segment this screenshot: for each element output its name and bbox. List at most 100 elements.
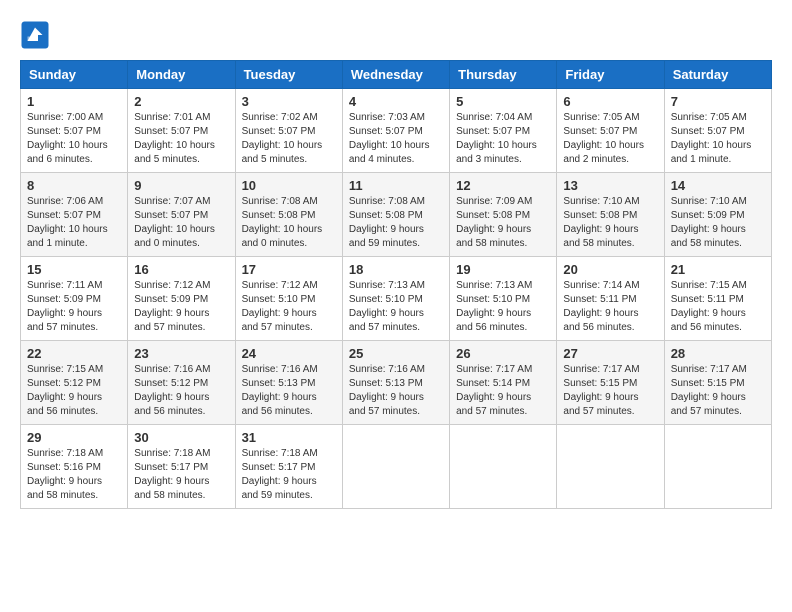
day-info: Sunrise: 7:09 AM Sunset: 5:08 PM Dayligh… [456, 195, 550, 251]
weekday-header-tuesday: Tuesday [235, 61, 342, 89]
calendar-week-2: 8 Sunrise: 7:06 AM Sunset: 5:07 PM Dayli… [21, 173, 772, 257]
calendar-cell: 26 Sunrise: 7:17 AM Sunset: 5:14 PM Dayl… [450, 341, 557, 425]
calendar-cell: 31 Sunrise: 7:18 AM Sunset: 5:17 PM Dayl… [235, 425, 342, 509]
calendar-cell [450, 425, 557, 509]
day-number: 25 [349, 346, 443, 361]
calendar-cell: 21 Sunrise: 7:15 AM Sunset: 5:11 PM Dayl… [664, 257, 771, 341]
day-number: 17 [242, 262, 336, 277]
day-number: 13 [563, 178, 657, 193]
day-info: Sunrise: 7:12 AM Sunset: 5:09 PM Dayligh… [134, 279, 228, 335]
calendar-cell: 4 Sunrise: 7:03 AM Sunset: 5:07 PM Dayli… [342, 89, 449, 173]
day-number: 1 [27, 94, 121, 109]
logo-icon [20, 20, 50, 50]
calendar-cell: 19 Sunrise: 7:13 AM Sunset: 5:10 PM Dayl… [450, 257, 557, 341]
day-info: Sunrise: 7:01 AM Sunset: 5:07 PM Dayligh… [134, 111, 228, 167]
day-info: Sunrise: 7:10 AM Sunset: 5:09 PM Dayligh… [671, 195, 765, 251]
day-number: 8 [27, 178, 121, 193]
day-number: 27 [563, 346, 657, 361]
day-info: Sunrise: 7:13 AM Sunset: 5:10 PM Dayligh… [349, 279, 443, 335]
day-number: 20 [563, 262, 657, 277]
day-info: Sunrise: 7:18 AM Sunset: 5:17 PM Dayligh… [242, 447, 336, 503]
weekday-header-thursday: Thursday [450, 61, 557, 89]
calendar-cell: 29 Sunrise: 7:18 AM Sunset: 5:16 PM Dayl… [21, 425, 128, 509]
day-info: Sunrise: 7:17 AM Sunset: 5:15 PM Dayligh… [671, 363, 765, 419]
day-info: Sunrise: 7:16 AM Sunset: 5:13 PM Dayligh… [242, 363, 336, 419]
day-info: Sunrise: 7:07 AM Sunset: 5:07 PM Dayligh… [134, 195, 228, 251]
calendar-cell: 15 Sunrise: 7:11 AM Sunset: 5:09 PM Dayl… [21, 257, 128, 341]
day-number: 9 [134, 178, 228, 193]
day-info: Sunrise: 7:05 AM Sunset: 5:07 PM Dayligh… [671, 111, 765, 167]
day-number: 16 [134, 262, 228, 277]
calendar-cell [664, 425, 771, 509]
day-number: 4 [349, 94, 443, 109]
day-number: 26 [456, 346, 550, 361]
calendar-cell: 25 Sunrise: 7:16 AM Sunset: 5:13 PM Dayl… [342, 341, 449, 425]
day-info: Sunrise: 7:05 AM Sunset: 5:07 PM Dayligh… [563, 111, 657, 167]
calendar-cell: 13 Sunrise: 7:10 AM Sunset: 5:08 PM Dayl… [557, 173, 664, 257]
day-number: 12 [456, 178, 550, 193]
calendar-cell: 23 Sunrise: 7:16 AM Sunset: 5:12 PM Dayl… [128, 341, 235, 425]
calendar-cell: 18 Sunrise: 7:13 AM Sunset: 5:10 PM Dayl… [342, 257, 449, 341]
day-info: Sunrise: 7:16 AM Sunset: 5:12 PM Dayligh… [134, 363, 228, 419]
page-header [20, 20, 772, 50]
day-number: 28 [671, 346, 765, 361]
weekday-header-monday: Monday [128, 61, 235, 89]
day-number: 24 [242, 346, 336, 361]
calendar-cell [557, 425, 664, 509]
day-number: 21 [671, 262, 765, 277]
day-info: Sunrise: 7:08 AM Sunset: 5:08 PM Dayligh… [242, 195, 336, 251]
calendar-week-3: 15 Sunrise: 7:11 AM Sunset: 5:09 PM Dayl… [21, 257, 772, 341]
day-number: 15 [27, 262, 121, 277]
day-info: Sunrise: 7:16 AM Sunset: 5:13 PM Dayligh… [349, 363, 443, 419]
day-number: 10 [242, 178, 336, 193]
day-number: 23 [134, 346, 228, 361]
calendar-cell: 12 Sunrise: 7:09 AM Sunset: 5:08 PM Dayl… [450, 173, 557, 257]
day-info: Sunrise: 7:15 AM Sunset: 5:11 PM Dayligh… [671, 279, 765, 335]
weekday-header-friday: Friday [557, 61, 664, 89]
day-info: Sunrise: 7:04 AM Sunset: 5:07 PM Dayligh… [456, 111, 550, 167]
day-number: 11 [349, 178, 443, 193]
logo [20, 20, 54, 50]
day-number: 14 [671, 178, 765, 193]
calendar-week-1: 1 Sunrise: 7:00 AM Sunset: 5:07 PM Dayli… [21, 89, 772, 173]
calendar-cell: 16 Sunrise: 7:12 AM Sunset: 5:09 PM Dayl… [128, 257, 235, 341]
day-number: 6 [563, 94, 657, 109]
calendar-week-4: 22 Sunrise: 7:15 AM Sunset: 5:12 PM Dayl… [21, 341, 772, 425]
calendar-body: 1 Sunrise: 7:00 AM Sunset: 5:07 PM Dayli… [21, 89, 772, 509]
calendar-cell: 9 Sunrise: 7:07 AM Sunset: 5:07 PM Dayli… [128, 173, 235, 257]
weekday-header-sunday: Sunday [21, 61, 128, 89]
calendar-cell: 2 Sunrise: 7:01 AM Sunset: 5:07 PM Dayli… [128, 89, 235, 173]
day-info: Sunrise: 7:00 AM Sunset: 5:07 PM Dayligh… [27, 111, 121, 167]
calendar-cell: 22 Sunrise: 7:15 AM Sunset: 5:12 PM Dayl… [21, 341, 128, 425]
day-info: Sunrise: 7:06 AM Sunset: 5:07 PM Dayligh… [27, 195, 121, 251]
weekday-header-saturday: Saturday [664, 61, 771, 89]
day-number: 31 [242, 430, 336, 445]
calendar-cell: 1 Sunrise: 7:00 AM Sunset: 5:07 PM Dayli… [21, 89, 128, 173]
calendar-cell: 17 Sunrise: 7:12 AM Sunset: 5:10 PM Dayl… [235, 257, 342, 341]
day-number: 18 [349, 262, 443, 277]
day-info: Sunrise: 7:17 AM Sunset: 5:14 PM Dayligh… [456, 363, 550, 419]
day-info: Sunrise: 7:18 AM Sunset: 5:16 PM Dayligh… [27, 447, 121, 503]
day-info: Sunrise: 7:02 AM Sunset: 5:07 PM Dayligh… [242, 111, 336, 167]
calendar-cell: 30 Sunrise: 7:18 AM Sunset: 5:17 PM Dayl… [128, 425, 235, 509]
day-number: 19 [456, 262, 550, 277]
day-number: 22 [27, 346, 121, 361]
day-number: 29 [27, 430, 121, 445]
day-info: Sunrise: 7:18 AM Sunset: 5:17 PM Dayligh… [134, 447, 228, 503]
calendar-cell: 20 Sunrise: 7:14 AM Sunset: 5:11 PM Dayl… [557, 257, 664, 341]
calendar-cell: 6 Sunrise: 7:05 AM Sunset: 5:07 PM Dayli… [557, 89, 664, 173]
day-info: Sunrise: 7:10 AM Sunset: 5:08 PM Dayligh… [563, 195, 657, 251]
day-number: 2 [134, 94, 228, 109]
calendar-header: SundayMondayTuesdayWednesdayThursdayFrid… [21, 61, 772, 89]
day-number: 7 [671, 94, 765, 109]
day-info: Sunrise: 7:08 AM Sunset: 5:08 PM Dayligh… [349, 195, 443, 251]
day-number: 3 [242, 94, 336, 109]
day-info: Sunrise: 7:12 AM Sunset: 5:10 PM Dayligh… [242, 279, 336, 335]
calendar-cell: 10 Sunrise: 7:08 AM Sunset: 5:08 PM Dayl… [235, 173, 342, 257]
calendar-week-5: 29 Sunrise: 7:18 AM Sunset: 5:16 PM Dayl… [21, 425, 772, 509]
day-info: Sunrise: 7:15 AM Sunset: 5:12 PM Dayligh… [27, 363, 121, 419]
calendar-cell: 24 Sunrise: 7:16 AM Sunset: 5:13 PM Dayl… [235, 341, 342, 425]
calendar: SundayMondayTuesdayWednesdayThursdayFrid… [20, 60, 772, 509]
day-info: Sunrise: 7:17 AM Sunset: 5:15 PM Dayligh… [563, 363, 657, 419]
day-info: Sunrise: 7:13 AM Sunset: 5:10 PM Dayligh… [456, 279, 550, 335]
